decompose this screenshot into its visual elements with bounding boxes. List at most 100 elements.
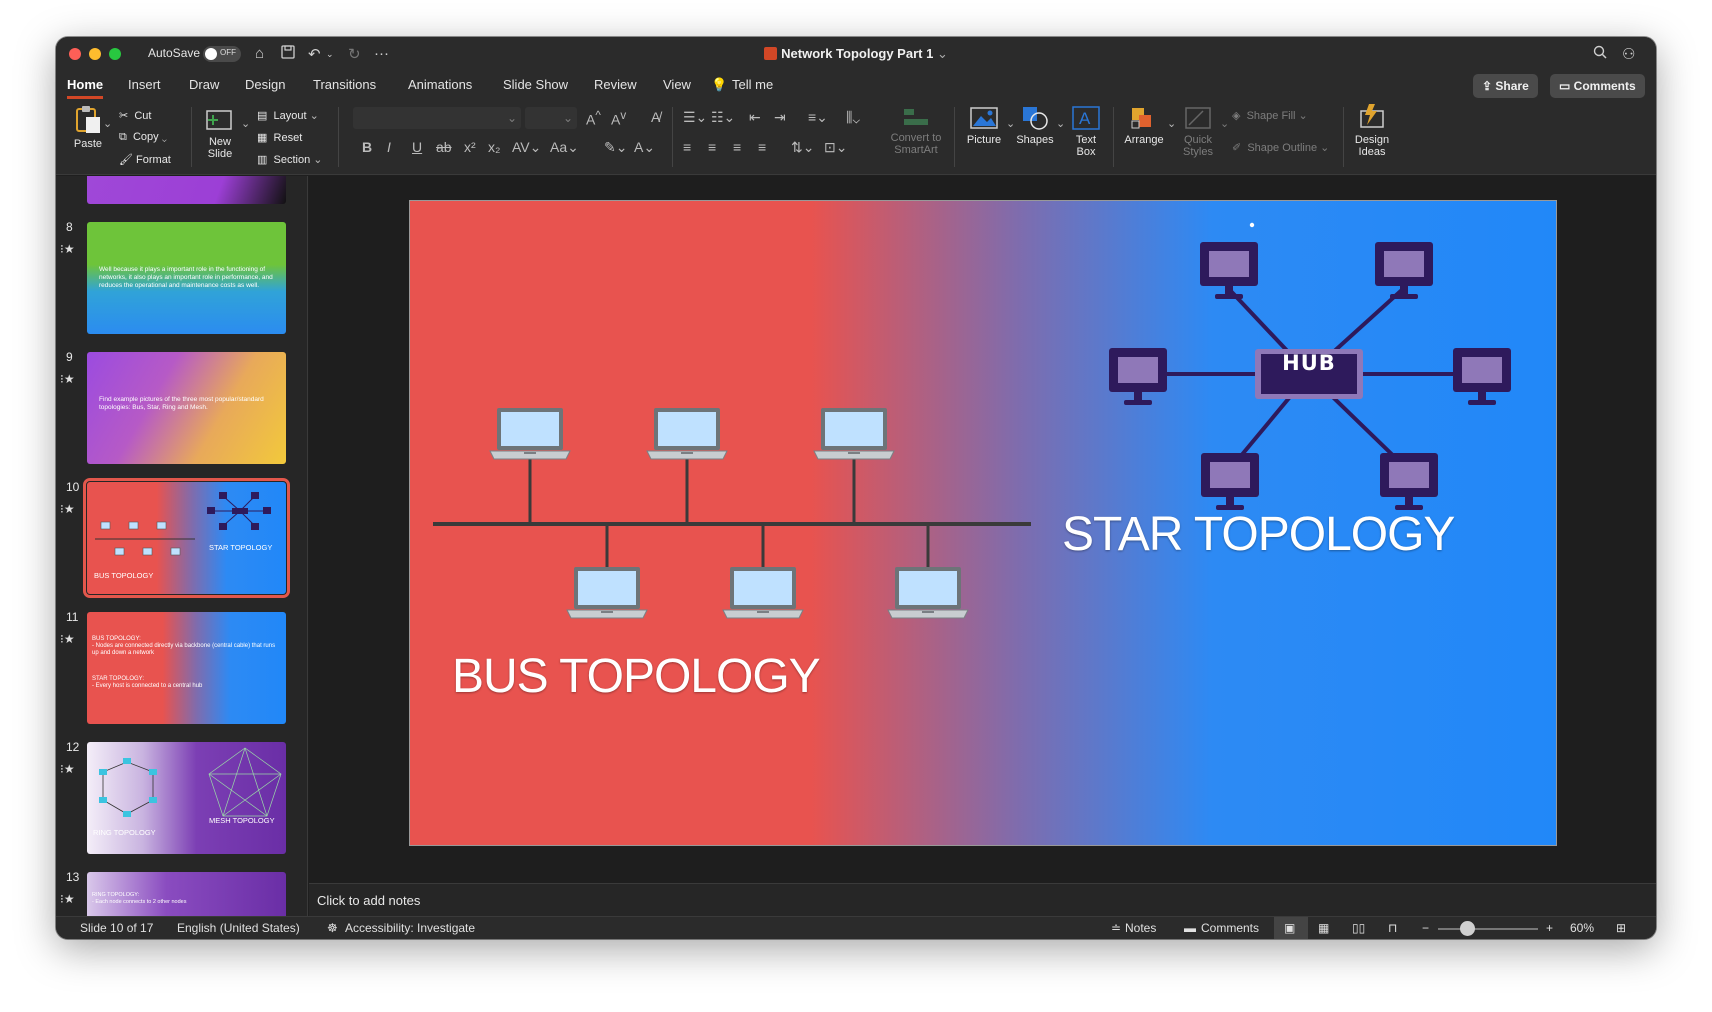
- layout-button[interactable]: ▤ Layout ⌄: [257, 109, 319, 122]
- arrange-button[interactable]: Arrange: [1120, 105, 1168, 146]
- reading-view-icon[interactable]: ▯▯: [1352, 921, 1365, 935]
- star-topology-title[interactable]: STAR TOPOLOGY: [1062, 507, 1455, 562]
- section-button[interactable]: ▥ Section ⌄: [257, 153, 323, 166]
- tab-transitions[interactable]: Transitions: [313, 77, 376, 92]
- normal-view-button[interactable]: ▣: [1274, 917, 1308, 939]
- reset-button[interactable]: ▦ Reset: [257, 131, 302, 144]
- arrange-dropdown-icon[interactable]: ⌄: [1167, 117, 1176, 130]
- font-size-box[interactable]: ⌄: [525, 107, 577, 129]
- notes-placeholder[interactable]: Click to add notes: [317, 893, 420, 908]
- zoom-out-icon[interactable]: −: [1422, 921, 1429, 935]
- copy-button[interactable]: ⧉ Copy ⌄: [119, 131, 167, 144]
- current-slide[interactable]: HUB BUS TOPOLOGY STAR TOPOLOGY: [409, 200, 1557, 846]
- shape-outline-button[interactable]: ✐ Shape Outline ⌄: [1232, 141, 1329, 154]
- quick-styles-dropdown-icon[interactable]: ⌄: [1220, 117, 1229, 130]
- line-spacing-icon[interactable]: ≡⌄: [808, 109, 828, 126]
- font-color-icon[interactable]: A⌄: [634, 139, 655, 156]
- align-text-icon[interactable]: ⊡⌄: [824, 139, 847, 156]
- slide-thumbnail-13[interactable]: RING TOPOLOGY: - Each node connects to 2…: [87, 872, 286, 916]
- convert-to-smartart-button[interactable]: Convert to SmartArt: [885, 105, 947, 156]
- notes-toggle[interactable]: Notes: [1125, 921, 1156, 935]
- slide-thumbnail-10[interactable]: BUS TOPOLOGY STAR TOPOLOGY: [83, 478, 290, 598]
- paste-dropdown-icon[interactable]: ⌄: [103, 117, 112, 130]
- increase-font-icon[interactable]: A^: [586, 109, 601, 128]
- text-box-button[interactable]: A Text Box: [1066, 105, 1106, 158]
- decrease-font-icon[interactable]: Av: [611, 109, 626, 128]
- brush-icon: 🖌: [119, 154, 137, 166]
- fit-to-window-icon[interactable]: ⊞: [1616, 921, 1626, 935]
- slide-thumbnail-12[interactable]: RING TOPOLOGY MESH TOPOLOGY: [87, 742, 286, 854]
- text-direction-icon[interactable]: ⇅⌄: [791, 139, 814, 156]
- comments-button[interactable]: ▭ Comments: [1550, 74, 1645, 98]
- bold-icon[interactable]: B: [362, 139, 372, 155]
- slide-editor[interactable]: HUB BUS TOPOLOGY STAR TOPOLOGY: [309, 176, 1656, 883]
- new-slide-label-2: Slide: [207, 148, 233, 160]
- language-indicator[interactable]: English (United States): [177, 921, 300, 935]
- tab-insert[interactable]: Insert: [128, 77, 161, 92]
- change-case-icon[interactable]: Aa⌄: [550, 139, 579, 156]
- zoom-slider-thumb[interactable]: [1460, 921, 1475, 936]
- new-slide-button[interactable]: New Slide: [201, 105, 239, 160]
- tab-view[interactable]: View: [663, 77, 691, 92]
- clear-format-icon[interactable]: A̸: [651, 109, 660, 125]
- accessibility-status[interactable]: Accessibility: Investigate: [345, 921, 475, 935]
- decrease-indent-icon[interactable]: ⇤: [749, 109, 761, 126]
- slide-thumbnail-8[interactable]: Well because it plays a important role i…: [87, 222, 286, 334]
- justify-icon[interactable]: ≡: [758, 139, 766, 155]
- italic-icon[interactable]: I: [387, 139, 391, 155]
- columns-icon[interactable]: ⫼⌄: [846, 109, 860, 126]
- increase-indent-icon[interactable]: ⇥: [774, 109, 786, 126]
- account-icon[interactable]: ⚇: [1622, 45, 1635, 63]
- notes-pane[interactable]: Click to add notes: [309, 883, 1656, 916]
- slide-thumbnail-9[interactable]: Find example pictures of the three most …: [87, 352, 286, 464]
- tab-review[interactable]: Review: [594, 77, 637, 92]
- thumbnail-text: Find example pictures of the three most …: [99, 396, 264, 411]
- underline-icon[interactable]: U: [412, 139, 422, 155]
- align-right-icon[interactable]: ≡: [733, 139, 741, 155]
- slide-thumbnail-11[interactable]: BUS TOPOLOGY: - Nodes are connected dire…: [87, 612, 286, 724]
- search-icon[interactable]: [1593, 45, 1607, 63]
- tab-animations[interactable]: Animations: [408, 77, 472, 92]
- new-slide-dropdown-icon[interactable]: ⌄: [241, 117, 250, 130]
- slide-thumbnails-pane[interactable]: 8 ⁝★ Well because it plays a important r…: [56, 176, 308, 916]
- design-ideas-button[interactable]: Design Ideas: [1348, 103, 1396, 158]
- subscript-icon[interactable]: x₂: [488, 139, 500, 155]
- highlight-icon[interactable]: ✎⌄: [604, 139, 627, 156]
- quick-styles-button[interactable]: Quick Styles: [1178, 105, 1218, 158]
- picture-button[interactable]: Picture: [962, 105, 1006, 146]
- character-spacing-icon[interactable]: AV⌄: [512, 139, 541, 156]
- format-painter-button[interactable]: 🖌 Format: [119, 153, 171, 166]
- tab-design[interactable]: Design: [245, 77, 285, 92]
- shapes-dropdown-icon[interactable]: ⌄: [1056, 117, 1065, 130]
- shape-fill-button[interactable]: ◈ Shape Fill ⌄: [1232, 109, 1308, 122]
- slideshow-icon[interactable]: ⊓: [1388, 921, 1397, 935]
- paste-button[interactable]: Paste: [68, 105, 108, 150]
- zoom-level[interactable]: 60%: [1570, 921, 1594, 935]
- tell-me-search[interactable]: Tell me: [732, 77, 773, 92]
- numbering-icon[interactable]: ☷⌄: [711, 109, 735, 126]
- paint-bucket-icon: ◈: [1232, 110, 1247, 122]
- slide-thumbnail-7[interactable]: [87, 176, 286, 204]
- zoom-slider-track[interactable]: [1438, 928, 1538, 930]
- slide-sorter-icon[interactable]: ▦: [1318, 921, 1329, 935]
- tab-home[interactable]: Home: [67, 77, 104, 99]
- tab-draw[interactable]: Draw: [189, 77, 219, 92]
- animation-star-icon: ⁝★: [60, 762, 75, 776]
- shapes-button[interactable]: Shapes: [1012, 105, 1058, 146]
- tab-slide-show[interactable]: Slide Show: [503, 77, 568, 92]
- superscript-icon[interactable]: x²: [464, 139, 476, 155]
- font-name-box[interactable]: ⌄: [353, 107, 521, 129]
- design-ideas-label-2: Ideas: [1358, 146, 1386, 158]
- animation-star-icon: ⁝★: [60, 632, 75, 646]
- comments-toggle[interactable]: Comments: [1201, 921, 1259, 935]
- align-left-icon[interactable]: ≡: [683, 139, 691, 155]
- share-button[interactable]: ⇪ Share: [1473, 74, 1538, 98]
- align-center-icon[interactable]: ≡: [708, 139, 716, 155]
- bus-topology-title[interactable]: BUS TOPOLOGY: [452, 649, 821, 704]
- cut-button[interactable]: ✂ Cut: [119, 109, 151, 122]
- bullets-icon[interactable]: ☰⌄: [683, 109, 707, 126]
- strikethrough-icon[interactable]: ab: [436, 139, 452, 155]
- new-slide-icon: [206, 110, 232, 130]
- zoom-in-icon[interactable]: +: [1546, 921, 1553, 935]
- copy-label: Copy: [132, 131, 159, 143]
